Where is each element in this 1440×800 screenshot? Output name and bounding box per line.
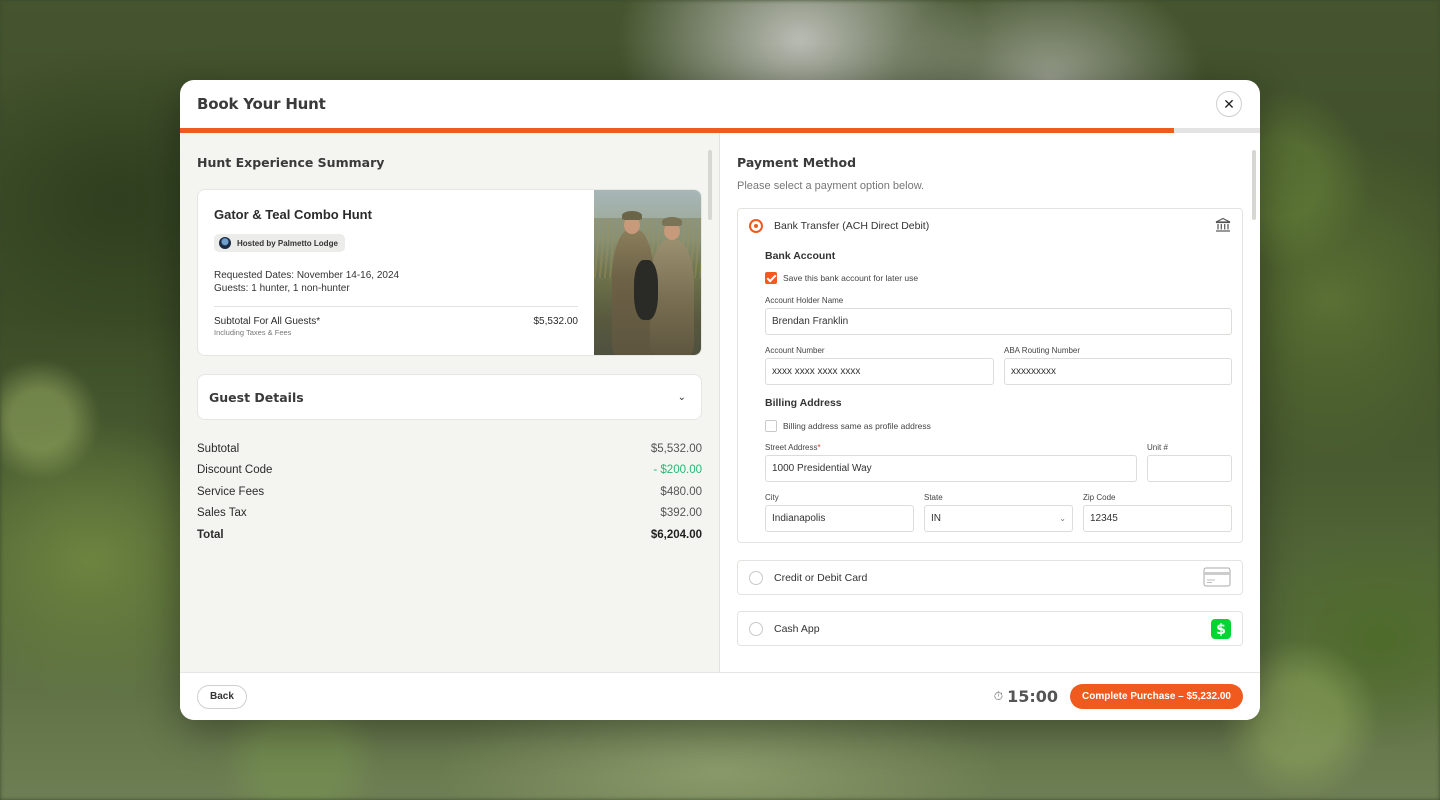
subtotal-value: $5,532.00 bbox=[533, 316, 579, 327]
routing-number-field[interactable]: xxxxxxxxx bbox=[1004, 358, 1232, 385]
bank-option-label: Bank Transfer (ACH Direct Debit) bbox=[774, 220, 930, 232]
bank-icon bbox=[1215, 217, 1231, 238]
line-value: $5,532.00 bbox=[650, 442, 702, 455]
routing-number-label: ABA Routing Number bbox=[1004, 346, 1081, 355]
line-value: $6,204.00 bbox=[650, 528, 702, 541]
timer-value: 15:00 bbox=[1007, 687, 1059, 706]
chevron-down-icon: ⌄ bbox=[677, 391, 686, 403]
payment-panel: Payment Method Please select a payment o… bbox=[720, 133, 1260, 672]
line-label: Subtotal bbox=[197, 442, 240, 455]
countdown-timer: ⏱ 15:00 bbox=[994, 687, 1058, 706]
host-label: Hosted by Palmetto Lodge bbox=[237, 238, 338, 248]
chevron-down-icon: ⌄ bbox=[1059, 514, 1066, 523]
line-value: - $200.00 bbox=[653, 464, 702, 477]
account-number-label: Account Number bbox=[765, 346, 825, 355]
line-label: Discount Code bbox=[197, 464, 273, 477]
price-breakdown: Subtotal $5,532.00 Discount Code - $200.… bbox=[197, 438, 702, 546]
street-label-text: Street Address bbox=[765, 443, 818, 452]
street-address-label: Street Address* bbox=[765, 443, 821, 452]
hunt-photo bbox=[594, 190, 701, 355]
card-radio[interactable] bbox=[749, 571, 763, 585]
payment-scrollbar[interactable] bbox=[1252, 150, 1256, 220]
close-icon: ✕ bbox=[1223, 95, 1235, 112]
street-address-field[interactable]: 1000 Presidential Way bbox=[765, 455, 1137, 482]
close-button[interactable]: ✕ bbox=[1216, 91, 1242, 117]
account-number-field[interactable]: xxxx xxxx xxxx xxxx bbox=[765, 358, 994, 385]
holder-name-label: Account Holder Name bbox=[765, 296, 844, 305]
city-field[interactable]: Indianapolis bbox=[765, 505, 914, 532]
summary-panel: Hunt Experience Summary Gator & Teal Com… bbox=[180, 133, 720, 672]
payment-title: Payment Method bbox=[737, 155, 857, 170]
save-bank-label: Save this bank account for later use bbox=[783, 273, 919, 283]
svg-text:$: $ bbox=[1216, 622, 1226, 638]
state-select[interactable]: IN ⌄ bbox=[924, 505, 1073, 532]
modal-title: Book Your Hunt bbox=[197, 95, 326, 113]
cash-app-radio[interactable] bbox=[749, 622, 763, 636]
card-option-label: Credit or Debit Card bbox=[774, 572, 868, 584]
subtotal-note: Including Taxes & Fees bbox=[214, 328, 292, 337]
unit-label: Unit # bbox=[1147, 443, 1168, 452]
requested-dates: Requested Dates: November 14-16, 2024 bbox=[214, 270, 400, 281]
summary-title: Hunt Experience Summary bbox=[197, 155, 385, 170]
back-button[interactable]: Back bbox=[197, 684, 247, 709]
bank-radio[interactable] bbox=[749, 219, 763, 233]
state-value: IN bbox=[931, 513, 941, 524]
modal-header: Book Your Hunt ✕ bbox=[180, 80, 1260, 128]
city-label: City bbox=[765, 493, 779, 502]
guest-details-accordion[interactable]: Guest Details ⌄ bbox=[197, 374, 702, 420]
summary-scrollbar[interactable] bbox=[708, 150, 712, 220]
guest-details-title: Guest Details bbox=[209, 389, 304, 405]
total-row-sales-tax: Sales Tax $392.00 bbox=[197, 503, 702, 525]
billing-address-heading: Billing Address bbox=[765, 397, 842, 409]
hunt-card: Gator & Teal Combo Hunt Hosted by Palmet… bbox=[197, 189, 702, 356]
lodge-logo-icon bbox=[219, 237, 231, 249]
cash-app-option-label: Cash App bbox=[774, 623, 820, 635]
holder-name-field[interactable]: Brendan Franklin bbox=[765, 308, 1232, 335]
host-badge[interactable]: Hosted by Palmetto Lodge bbox=[214, 234, 345, 252]
line-value: $392.00 bbox=[660, 507, 702, 520]
save-bank-checkbox[interactable] bbox=[765, 272, 777, 284]
billing-same-label: Billing address same as profile address bbox=[783, 421, 931, 431]
zip-field[interactable]: 12345 bbox=[1083, 505, 1232, 532]
line-label: Service Fees bbox=[197, 485, 265, 498]
line-label: Total bbox=[197, 528, 224, 541]
divider bbox=[214, 306, 578, 307]
total-row-total: Total $6,204.00 bbox=[197, 524, 702, 546]
bank-account-heading: Bank Account bbox=[765, 250, 836, 262]
total-row-subtotal: Subtotal $5,532.00 bbox=[197, 438, 702, 460]
subtotal-label: Subtotal For All Guests* bbox=[214, 316, 321, 327]
line-value: $480.00 bbox=[660, 485, 702, 498]
total-row-service-fees: Service Fees $480.00 bbox=[197, 481, 702, 503]
billing-same-checkbox[interactable] bbox=[765, 420, 777, 432]
cash-app-icon: $ bbox=[1211, 619, 1231, 644]
unit-field[interactable] bbox=[1147, 455, 1232, 482]
hunt-name: Gator & Teal Combo Hunt bbox=[214, 207, 372, 222]
payment-option-bank[interactable]: Bank Transfer (ACH Direct Debit) Bank Ac… bbox=[737, 208, 1243, 543]
state-label: State bbox=[924, 493, 943, 502]
credit-card-icon bbox=[1203, 567, 1231, 592]
total-row-discount: Discount Code - $200.00 bbox=[197, 460, 702, 482]
zip-label: Zip Code bbox=[1083, 493, 1116, 502]
complete-purchase-button[interactable]: Complete Purchase – $5,232.00 bbox=[1070, 684, 1243, 709]
payment-option-cash-app[interactable]: Cash App $ bbox=[737, 611, 1243, 646]
payment-option-card[interactable]: Credit or Debit Card bbox=[737, 560, 1243, 595]
stopwatch-icon: ⏱ bbox=[993, 689, 1004, 703]
line-label: Sales Tax bbox=[197, 507, 247, 520]
required-marker: * bbox=[817, 443, 821, 452]
guest-count: Guests: 1 hunter, 1 non-hunter bbox=[214, 283, 350, 294]
modal-footer: Back ⏱ 15:00 Complete Purchase – $5,232.… bbox=[180, 672, 1260, 720]
payment-subtitle: Please select a payment option below. bbox=[737, 180, 925, 192]
booking-modal: Book Your Hunt ✕ Hunt Experience Summary… bbox=[180, 80, 1260, 720]
